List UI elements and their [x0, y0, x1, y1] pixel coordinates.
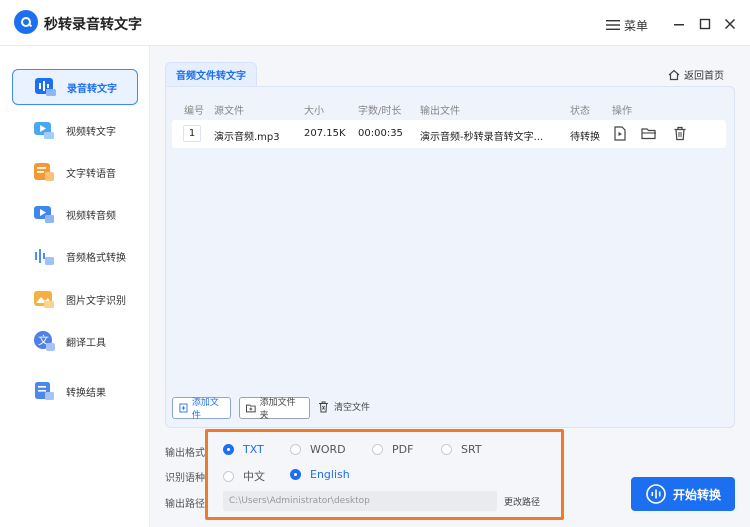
add-folder-button[interactable]: 添加文件夹 [239, 397, 310, 421]
format-option-srt[interactable]: SRT [441, 443, 482, 456]
change-path-button[interactable]: 更改路径 [504, 495, 540, 508]
radio-unselected [441, 444, 452, 455]
menu-label: 菜单 [624, 18, 649, 33]
delete-icon[interactable] [673, 126, 687, 141]
output-path-label: 输出路径 [165, 499, 205, 510]
return-home-label: 返回首页 [684, 71, 724, 82]
clear-files-button[interactable]: 清空文件 [318, 400, 370, 413]
output-path-input[interactable] [223, 491, 497, 511]
radio-unselected [290, 444, 301, 455]
add-folder-label: 添加文件夹 [259, 398, 296, 421]
add-file-button[interactable]: 添加文件 [172, 397, 231, 421]
video-to-text-icon [32, 119, 56, 141]
title-bar: 秒转录音转文字 菜单 [0, 0, 750, 46]
start-convert-button[interactable]: 开始转换 [631, 477, 735, 511]
sidebar-item-audio-to-text[interactable]: 录音转文字 [12, 69, 138, 105]
play-icon[interactable] [613, 126, 627, 141]
language-option-chinese[interactable]: 中文 [223, 468, 265, 484]
sidebar-item-label: 视频转音频 [66, 210, 116, 222]
close-icon[interactable] [723, 17, 737, 31]
radio-selected [223, 444, 234, 455]
row-output-file: 演示音频-秒转录音转文字... [420, 132, 544, 143]
app-logo-icon [14, 10, 38, 34]
home-icon [668, 69, 680, 80]
sidebar-item-label: 视频转文字 [66, 126, 116, 138]
audio-format-icon [32, 245, 56, 267]
sidebar-item-text-to-speech[interactable]: 文字转语音 [12, 154, 138, 190]
audio-to-text-icon [33, 76, 57, 98]
translate-icon: 文 [32, 330, 56, 352]
trash-icon [319, 401, 328, 412]
return-home-link[interactable]: 返回首页 [668, 67, 724, 82]
column-header-source: 源文件 [214, 106, 244, 117]
minimize-icon[interactable] [672, 17, 686, 31]
video-to-audio-icon [32, 203, 56, 225]
sidebar-item-results[interactable]: 转换结果 [12, 373, 138, 409]
menu-button[interactable]: 菜单 [606, 16, 648, 34]
text-to-speech-icon [32, 161, 56, 183]
format-option-word[interactable]: WORD [290, 443, 346, 456]
row-source-file: 演示音频.mp3 [214, 132, 280, 143]
language-label: 识别语种 [165, 473, 205, 484]
sidebar-item-audio-format[interactable]: 音频格式转换 [12, 238, 138, 274]
image-ocr-icon [32, 288, 56, 310]
language-option-english[interactable]: English [290, 468, 350, 481]
sidebar-item-image-ocr[interactable]: 图片文字识别 [12, 281, 138, 317]
sidebar-item-label: 图片文字识别 [66, 295, 126, 307]
sidebar-item-label: 转换结果 [66, 387, 106, 399]
convert-icon [646, 484, 666, 504]
radio-selected [290, 469, 301, 480]
output-format-label: 输出格式 [165, 448, 205, 459]
column-header-size: 大小 [304, 106, 324, 117]
hamburger-icon [606, 20, 620, 30]
format-option-txt[interactable]: TXT [223, 443, 264, 456]
sidebar-item-label: 文字转语音 [66, 168, 116, 180]
sidebar-item-video-to-audio[interactable]: 视频转音频 [12, 196, 138, 232]
radio-unselected [223, 470, 234, 482]
add-folder-icon [246, 404, 256, 413]
maximize-icon[interactable] [698, 17, 712, 31]
row-size: 207.15K [304, 128, 346, 139]
column-header-index: 编号 [184, 106, 204, 117]
add-file-icon [179, 403, 188, 413]
sidebar-item-translate[interactable]: 文 翻译工具 [12, 323, 138, 359]
start-convert-label: 开始转换 [672, 487, 721, 502]
column-header-output: 输出文件 [420, 106, 460, 117]
format-option-pdf[interactable]: PDF [372, 443, 413, 456]
row-duration: 00:00:35 [358, 128, 403, 139]
clear-files-label: 清空文件 [334, 403, 371, 413]
column-header-actions: 操作 [612, 106, 632, 117]
column-header-status: 状态 [570, 106, 590, 117]
tab-audio-file-to-text[interactable]: 音频文件转文字 [165, 62, 257, 86]
app-title: 秒转录音转文字 [44, 17, 142, 33]
sidebar-item-label: 录音转文字 [67, 83, 117, 95]
add-file-label: 添加文件 [191, 398, 219, 421]
sidebar-item-label: 翻译工具 [66, 337, 106, 349]
column-header-duration: 字数/时长 [358, 106, 402, 117]
sidebar-item-label: 音频格式转换 [66, 252, 126, 264]
results-icon [32, 380, 56, 402]
open-folder-icon[interactable] [641, 126, 657, 141]
row-status: 待转换 [570, 132, 600, 143]
radio-unselected [372, 444, 383, 455]
sidebar-item-video-to-text[interactable]: 视频转文字 [12, 112, 138, 148]
row-index: 1 [183, 125, 201, 142]
